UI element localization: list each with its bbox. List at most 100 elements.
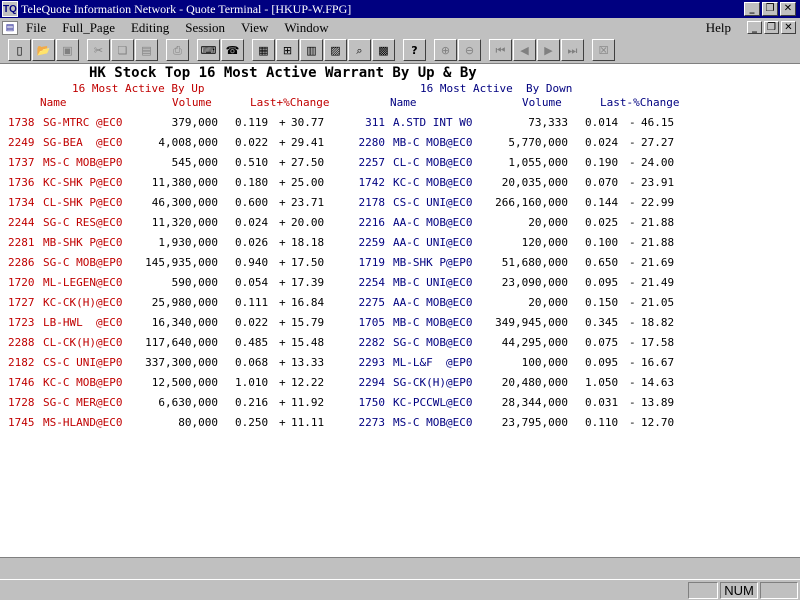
table-row[interactable]: 1734 CL-SHK P@EC0 46,300,000 0.600 +23.71 217…: [0, 196, 800, 216]
menu-editing[interactable]: Editing: [129, 20, 171, 36]
stock-name-down: A.STD INT W0: [393, 116, 473, 129]
table-row[interactable]: 1720 ML-LEGEN@EC0 590,000 0.054 +17.39 2254 MB…: [0, 276, 800, 296]
help-icon[interactable]: ?: [403, 39, 426, 61]
table-row[interactable]: 1736 KC-SHK P@EC0 11,380,000 0.180 +25.00 174…: [0, 176, 800, 196]
stock-code-up: 2286: [8, 256, 35, 269]
print-icon[interactable]: ⎙: [166, 39, 189, 61]
copy-icon[interactable]: ❏: [111, 39, 134, 61]
table-row[interactable]: 2244 SG-C RES@EC0 11,320,000 0.024 +20.00 221…: [0, 216, 800, 236]
table-row[interactable]: 2249 SG-BEA @EC0 4,008,000 0.022 +29.41 2280 M…: [0, 136, 800, 156]
stock-name-down: CS-C UNI@EC0: [393, 196, 473, 209]
table-row[interactable]: 1727 KC-CK(H)@EC0 25,980,000 0.111 +16.84 227…: [0, 296, 800, 316]
menu-file[interactable]: File: [24, 20, 48, 36]
stock-name-up: SG-C RES@EC0: [43, 216, 123, 229]
chart-bar-icon[interactable]: ▥: [300, 39, 323, 61]
last-price-down: 0.110: [585, 416, 619, 429]
title-bar[interactable]: TQ TeleQuote Information Network - Quote…: [0, 0, 800, 18]
table-row[interactable]: 2281 MB-SHK P@EC0 1,930,000 0.026 +18.18 2259…: [0, 236, 800, 256]
volume-down: 120,000: [521, 236, 568, 249]
inspect-icon[interactable]: ⌕: [348, 39, 371, 61]
close-window-button[interactable]: ✕: [780, 2, 796, 16]
table-icon[interactable]: ▦: [252, 39, 275, 61]
doc-close-button[interactable]: ✕: [781, 21, 796, 34]
phone-icon[interactable]: ☎: [221, 39, 244, 61]
doc-restore-button[interactable]: ❐: [764, 21, 779, 34]
last-price-down: 0.190: [585, 156, 619, 169]
first-icon[interactable]: ⏮: [489, 39, 512, 61]
volume-down: 23,090,000: [501, 276, 568, 289]
menu-window[interactable]: Window: [282, 20, 330, 36]
close-icon[interactable]: ☒: [592, 39, 615, 61]
percent-change-down: 21.69: [641, 256, 675, 269]
volume-down: 349,945,000: [495, 316, 568, 329]
prev-icon[interactable]: ◀: [513, 39, 536, 61]
num-lock-indicator: NUM: [720, 582, 758, 599]
table-row[interactable]: 1746 KC-C MOB@EP0 12,500,000 1.010 +12.22 229…: [0, 376, 800, 396]
table-row[interactable]: 2182 CS-C UNI@EP0 337,300,000 0.068 +13.33 22…: [0, 356, 800, 376]
table-row[interactable]: 1723 LB-HWL @EC0 16,340,000 0.022 +15.79 1705…: [0, 316, 800, 336]
stock-name-up: SG-C MOB@EP0: [43, 256, 123, 269]
change-sign-up: +: [279, 256, 286, 269]
keyboard-icon[interactable]: ⌨: [197, 39, 220, 61]
minimize-button[interactable]: _: [744, 2, 760, 16]
menu-full-page[interactable]: Full_Page: [60, 20, 117, 36]
open-icon[interactable]: 📂: [32, 39, 55, 61]
new-icon[interactable]: ▯: [8, 39, 31, 61]
menu-view[interactable]: View: [239, 20, 270, 36]
menu-session[interactable]: Session: [183, 20, 227, 36]
last-price-up: 0.026: [235, 236, 269, 249]
change-sign-down: -: [629, 156, 636, 169]
table-row[interactable]: 1745 MS-HLAND@EC0 80,000 0.250 +11.11 2273 MS-…: [0, 416, 800, 436]
app-icon[interactable]: TQ: [2, 1, 18, 17]
table-row[interactable]: 1728 SG-C MER@EC0 6,630,000 0.216 +11.92 1750…: [0, 396, 800, 416]
chart-hl-icon[interactable]: ⊞: [276, 39, 299, 61]
stock-code-down: 2280: [358, 136, 386, 149]
change-sign-down: -: [629, 196, 636, 209]
change-sign-down: -: [629, 336, 636, 349]
volume-up: 545,000: [171, 156, 218, 169]
last-price-down: 0.144: [585, 196, 619, 209]
percent-change-up: 18.18: [291, 236, 325, 249]
percent-change-up: 30.77: [291, 116, 325, 129]
quote-page: HK Stock Top 16 Most Active Warrant By U…: [0, 65, 800, 557]
calculator-icon[interactable]: ▩: [372, 39, 395, 61]
zoom-out-icon[interactable]: ⊖: [458, 39, 481, 61]
paste-icon[interactable]: ▤: [135, 39, 158, 61]
last-price-down: 0.150: [585, 296, 619, 309]
last-price-up: 0.111: [235, 296, 269, 309]
next-icon[interactable]: ▶: [537, 39, 560, 61]
zoom-in-icon[interactable]: ⊕: [434, 39, 457, 61]
table-row[interactable]: 1738 SG-MTRC @EC0 379,000 0.119 +30.77 311 A.S…: [0, 116, 800, 136]
percent-change-down: 27.27: [641, 136, 675, 149]
percent-change-up: 27.50: [291, 156, 325, 169]
stock-code-up: 1728: [8, 396, 35, 409]
volume-down: 23,795,000: [501, 416, 568, 429]
cut-icon[interactable]: ✂: [87, 39, 110, 61]
stock-name-down: AA-C MOB@EC0: [393, 216, 473, 229]
last-icon[interactable]: ⏭: [561, 39, 584, 61]
stock-code-down: 2254: [358, 276, 386, 289]
restore-button[interactable]: ❐: [762, 2, 778, 16]
stock-name-down: MB-C MOB@EC0: [393, 136, 473, 149]
stock-name-up: MS-HLAND@EC0: [43, 416, 123, 429]
percent-change-down: 21.88: [641, 216, 675, 229]
save-icon[interactable]: ▣: [56, 39, 79, 61]
change-sign-up: +: [279, 276, 286, 289]
document-icon[interactable]: ▤: [2, 20, 18, 35]
table-row[interactable]: 2286 SG-C MOB@EP0 145,935,000 0.940 +17.50 17…: [0, 256, 800, 276]
table-row[interactable]: 2288 CL-CK(H)@EC0 117,640,000 0.485 +15.48 22…: [0, 336, 800, 356]
table-row[interactable]: 1737 MS-C MOB@EP0 545,000 0.510 +27.50 2257 CL…: [0, 156, 800, 176]
stock-name-down: KC-C MOB@EC0: [393, 176, 473, 189]
percent-change-up: 23.71: [291, 196, 325, 209]
chart-line-icon[interactable]: ▨: [324, 39, 347, 61]
stock-code-up: 1727: [8, 296, 35, 309]
percent-change-up: 13.33: [291, 356, 325, 369]
menu-help[interactable]: Help: [704, 20, 733, 36]
status-panel-empty: [688, 582, 718, 599]
stock-code-up: 1738: [8, 116, 35, 129]
stock-code-down: 2216: [358, 216, 386, 229]
last-price-down: 0.345: [585, 316, 619, 329]
doc-minimize-button[interactable]: _: [747, 21, 762, 34]
stock-code-up: 2182: [8, 356, 35, 369]
last-price-up: 0.022: [235, 316, 269, 329]
